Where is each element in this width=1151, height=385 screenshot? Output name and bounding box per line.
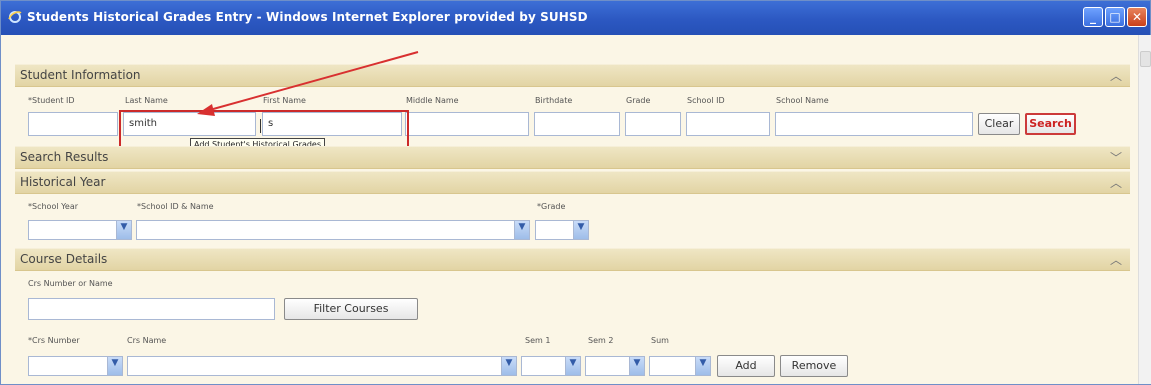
- grade-select[interactable]: ▼: [535, 220, 589, 240]
- crs-filter-label: Crs Number or Name: [28, 279, 113, 288]
- clear-button[interactable]: Clear: [978, 113, 1020, 135]
- school-year-label: *School Year: [28, 202, 79, 211]
- dropdown-arrow-icon[interactable]: ▼: [695, 357, 710, 375]
- title-bar[interactable]: Students Historical Grades Entry - Windo…: [1, 1, 1150, 35]
- search-button[interactable]: Search: [1025, 113, 1076, 135]
- school-id-name-select[interactable]: ▼: [136, 220, 530, 240]
- dropdown-arrow-icon[interactable]: ▼: [501, 357, 516, 375]
- crs-filter-input[interactable]: [28, 298, 275, 320]
- school-id-input[interactable]: [686, 112, 770, 136]
- window-title: Students Historical Grades Entry - Windo…: [27, 10, 588, 24]
- birthdate-input[interactable]: [534, 112, 620, 136]
- filter-courses-button[interactable]: Filter Courses: [284, 298, 418, 320]
- grade-label: Grade: [626, 96, 651, 105]
- dropdown-arrow-icon[interactable]: ▼: [116, 221, 131, 239]
- close-icon: ✕: [1131, 10, 1143, 24]
- annotation-arrow: [197, 51, 419, 116]
- crs-name-label: Crs Name: [127, 336, 167, 345]
- add-button[interactable]: Add: [717, 355, 775, 377]
- school-year-select[interactable]: ▼: [28, 220, 132, 240]
- dropdown-arrow-icon[interactable]: ▼: [565, 357, 580, 375]
- sem2-label: Sem 2: [588, 336, 614, 345]
- chevron-down-icon[interactable]: ﹀: [1110, 149, 1122, 166]
- historical-year-header[interactable]: Historical Year ︿: [15, 171, 1130, 194]
- crs-name-select[interactable]: ▼: [127, 356, 517, 376]
- section-title: Course Details: [20, 252, 108, 266]
- sum-label: Sum: [651, 336, 669, 345]
- chevron-up-icon[interactable]: ︿: [1110, 174, 1122, 191]
- chevron-up-icon[interactable]: ︿: [1110, 67, 1122, 84]
- section-title: Student Information: [20, 68, 141, 82]
- course-details-header[interactable]: Course Details ︿: [15, 248, 1130, 271]
- minimize-icon: _: [1090, 10, 1096, 24]
- dropdown-arrow-icon[interactable]: ▼: [514, 221, 529, 239]
- dropdown-arrow-icon[interactable]: ▼: [573, 221, 588, 239]
- search-results-header[interactable]: Search Results ﹀: [15, 146, 1130, 169]
- school-id-label: School ID: [687, 96, 725, 105]
- close-button[interactable]: ✕: [1127, 7, 1147, 27]
- dropdown-arrow-icon[interactable]: ▼: [107, 357, 122, 375]
- vertical-scrollbar[interactable]: [1138, 35, 1151, 384]
- maximize-button[interactable]: □: [1105, 7, 1125, 27]
- crs-number-select[interactable]: ▼: [28, 356, 123, 376]
- scrollbar-thumb[interactable]: [1140, 51, 1151, 67]
- sum-select[interactable]: ▼: [649, 356, 711, 376]
- school-name-label: School Name: [776, 96, 829, 105]
- minimize-button[interactable]: _: [1083, 7, 1103, 27]
- birthdate-label: Birthdate: [535, 96, 573, 105]
- crs-number-label: *Crs Number: [28, 336, 80, 345]
- last-name-label: Last Name: [125, 96, 168, 105]
- maximize-icon: □: [1109, 10, 1121, 24]
- sem1-label: Sem 1: [525, 336, 551, 345]
- grade-input[interactable]: [625, 112, 681, 136]
- chevron-up-icon[interactable]: ︿: [1110, 251, 1122, 268]
- section-title: Search Results: [20, 150, 109, 164]
- ie-logo-icon: [8, 11, 22, 23]
- remove-button[interactable]: Remove: [780, 355, 848, 377]
- dropdown-arrow-icon[interactable]: ▼: [629, 357, 644, 375]
- student-id-input[interactable]: [28, 112, 118, 136]
- section-title: Historical Year: [20, 175, 106, 189]
- school-id-name-label: *School ID & Name: [137, 202, 214, 211]
- sem1-select[interactable]: ▼: [521, 356, 581, 376]
- school-name-input[interactable]: [775, 112, 973, 136]
- sem2-select[interactable]: ▼: [585, 356, 645, 376]
- grade-label: *Grade: [537, 202, 566, 211]
- student-id-label: *Student ID: [28, 96, 75, 105]
- browser-window: Students Historical Grades Entry - Windo…: [0, 0, 1151, 385]
